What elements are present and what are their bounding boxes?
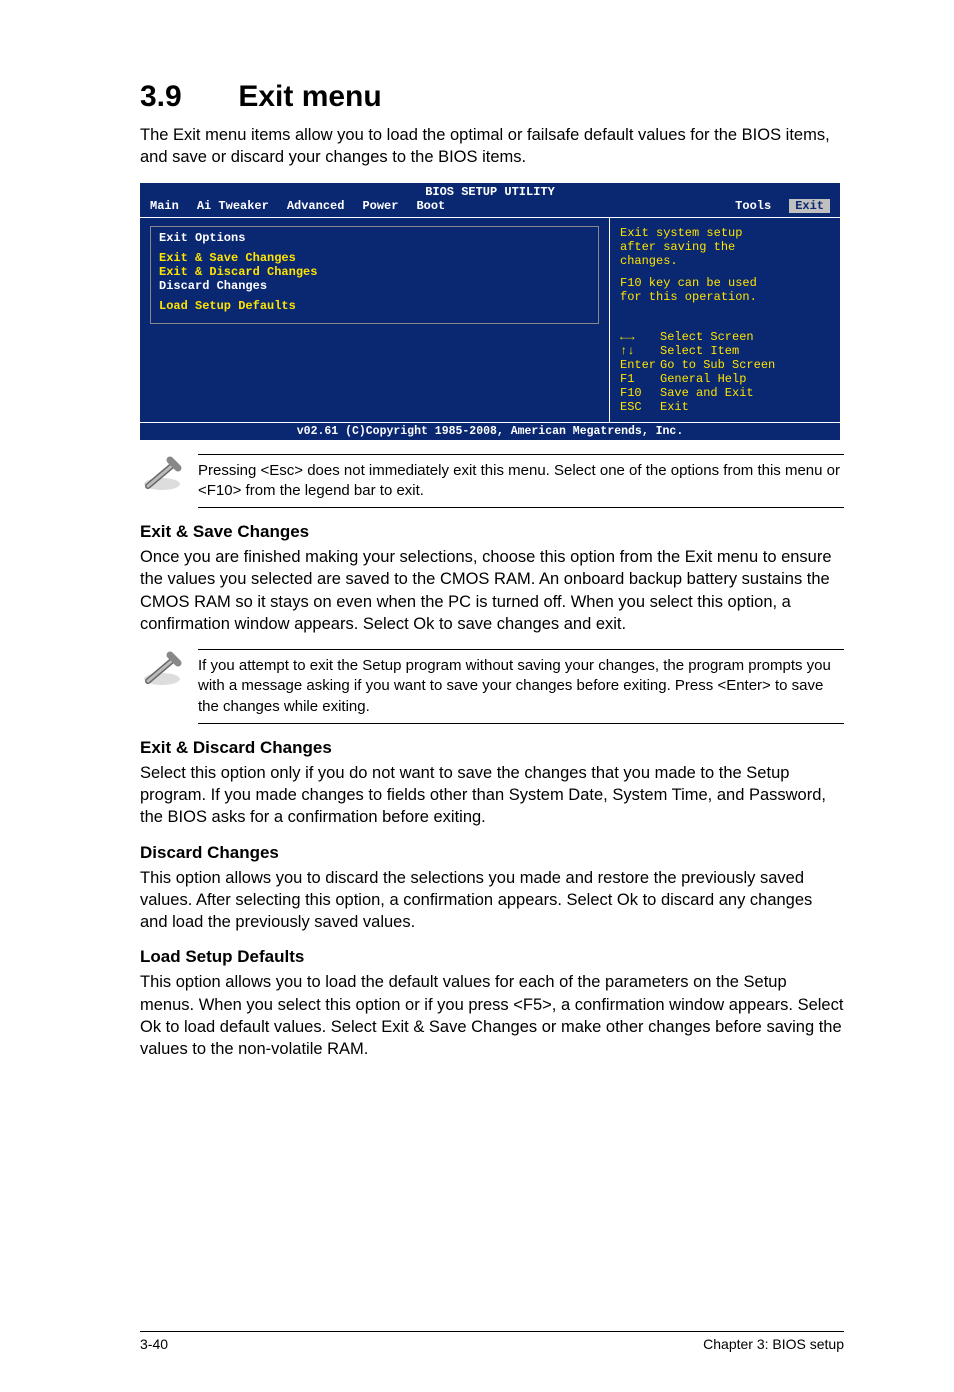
para-exit-discard: Select this option only if you do not wa… xyxy=(140,762,844,829)
bios-tab-power: Power xyxy=(362,199,398,213)
bios-key-select-item: Select Item xyxy=(660,344,739,358)
section-name: Exit menu xyxy=(238,80,381,113)
bios-options-box: Exit Options Exit & Save Changes Exit & … xyxy=(150,226,599,324)
bios-key-esc: ESC xyxy=(620,400,660,414)
note-1: Pressing <Esc> does not immediately exit… xyxy=(140,454,844,509)
bios-tab-tools: Tools xyxy=(735,199,771,213)
bios-key-f10-label: Save and Exit xyxy=(660,386,754,400)
para-exit-save: Once you are finished making your select… xyxy=(140,546,844,635)
bios-key-legend: Select Screen Select Item EnterGo to Sub… xyxy=(620,330,830,414)
bios-item-discard: Discard Changes xyxy=(159,279,590,293)
bios-help-l2: after saving the xyxy=(620,240,830,254)
bios-menubar: Main Ai Tweaker Advanced Power Boot Tool… xyxy=(140,199,840,217)
bios-item-exit-save: Exit & Save Changes xyxy=(159,251,590,265)
bios-item-exit-discard: Exit & Discard Changes xyxy=(159,265,590,279)
intro-paragraph: The Exit menu items allow you to load th… xyxy=(140,124,844,169)
heading-exit-save: Exit & Save Changes xyxy=(140,522,844,542)
chapter-label: Chapter 3: BIOS setup xyxy=(703,1336,844,1352)
bios-help-l3: changes. xyxy=(620,254,830,268)
arrows-lr-icon xyxy=(620,330,660,344)
bios-item-load-defaults: Load Setup Defaults xyxy=(159,299,590,313)
bios-tab-boot: Boot xyxy=(416,199,445,213)
bios-key-f1-label: General Help xyxy=(660,372,746,386)
bios-key-f1: F1 xyxy=(620,372,660,386)
heading-load-defaults: Load Setup Defaults xyxy=(140,947,844,967)
section-number: 3.9 xyxy=(140,80,230,114)
bios-key-select-screen: Select Screen xyxy=(660,330,754,344)
note-1-text: Pressing <Esc> does not immediately exit… xyxy=(198,454,844,509)
heading-discard: Discard Changes xyxy=(140,843,844,863)
arrows-ud-icon xyxy=(620,344,660,358)
note-2: If you attempt to exit the Setup program… xyxy=(140,649,844,724)
note-icon xyxy=(140,649,184,692)
bios-options-heading: Exit Options xyxy=(159,231,590,245)
bios-help-text: Exit system setup after saving the chang… xyxy=(620,226,830,304)
bios-screenshot: BIOS SETUP UTILITY Main Ai Tweaker Advan… xyxy=(140,183,840,440)
heading-exit-discard: Exit & Discard Changes xyxy=(140,738,844,758)
bios-tab-main: Main xyxy=(150,199,179,213)
bios-key-esc-label: Exit xyxy=(660,400,689,414)
bios-help-l1: Exit system setup xyxy=(620,226,830,240)
bios-tab-advanced: Advanced xyxy=(287,199,345,213)
bios-key-enter: Enter xyxy=(620,358,660,372)
bios-help-l4: F10 key can be used xyxy=(620,276,830,290)
page-number: 3-40 xyxy=(140,1336,168,1352)
section-title: 3.9 Exit menu xyxy=(140,80,844,114)
bios-tab-aitweaker: Ai Tweaker xyxy=(197,199,269,213)
bios-help-l5: for this operation. xyxy=(620,290,830,304)
bios-title: BIOS SETUP UTILITY xyxy=(140,183,840,199)
para-load-defaults: This option allows you to load the defau… xyxy=(140,971,844,1060)
para-discard: This option allows you to discard the se… xyxy=(140,867,844,934)
note-2-text: If you attempt to exit the Setup program… xyxy=(198,649,844,724)
note-icon xyxy=(140,454,184,497)
bios-key-enter-label: Go to Sub Screen xyxy=(660,358,775,372)
bios-key-f10: F10 xyxy=(620,386,660,400)
page-footer: 3-40 Chapter 3: BIOS setup xyxy=(140,1331,844,1352)
bios-copyright: v02.61 (C)Copyright 1985-2008, American … xyxy=(140,423,840,440)
bios-tab-exit: Exit xyxy=(789,199,830,213)
